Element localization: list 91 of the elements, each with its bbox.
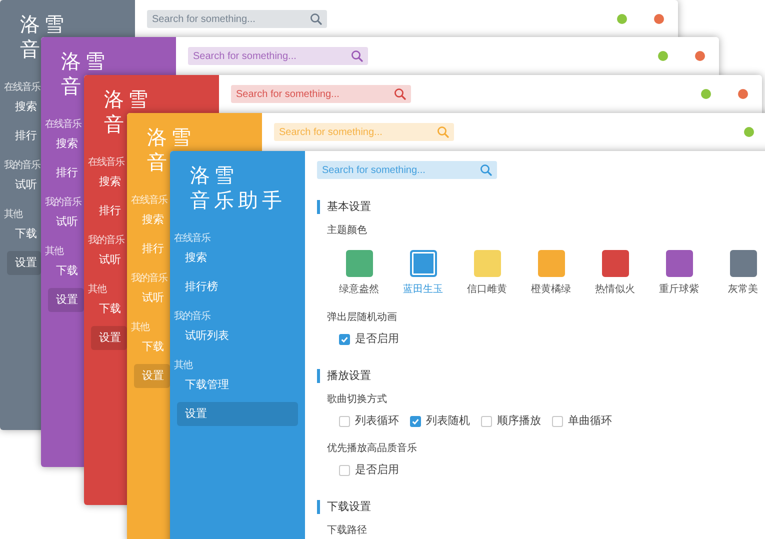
checkbox[interactable] bbox=[410, 416, 421, 426]
nav-item[interactable]: 排行榜 bbox=[177, 275, 298, 299]
nav-section-label: 其他 bbox=[3, 208, 22, 220]
section-title: 播放设置 bbox=[327, 368, 371, 384]
color-swatch[interactable] bbox=[346, 250, 372, 277]
checkbox-label: 是否启用 bbox=[355, 332, 399, 347]
nav-section-label: 在线音乐 bbox=[130, 194, 167, 206]
nav-item[interactable]: 设置 bbox=[134, 364, 170, 388]
nav-item[interactable]: 搜索 bbox=[91, 170, 127, 194]
nav-item[interactable]: 试听 bbox=[48, 210, 84, 234]
window-control-dot[interactable] bbox=[738, 89, 748, 99]
nav-item[interactable]: 搜索 bbox=[48, 132, 84, 156]
section-title: 基本设置 bbox=[327, 200, 371, 215]
swatch-label: 信口雌黄 bbox=[467, 282, 507, 297]
checkbox[interactable] bbox=[339, 464, 350, 476]
nav-item[interactable]: 下载 bbox=[91, 297, 127, 321]
logo-text: 洛雪 bbox=[104, 88, 152, 112]
nav-item[interactable]: 设置 bbox=[91, 326, 127, 350]
nav-section-label: 其他 bbox=[44, 246, 63, 256]
nav-section-label: 其他 bbox=[130, 322, 149, 332]
nav-section-label: 在线音乐 bbox=[3, 82, 40, 92]
setting-label: 主题颜色 bbox=[327, 224, 368, 238]
nav-item[interactable]: 下载 bbox=[48, 259, 84, 283]
logo-text: 洛雪 bbox=[61, 50, 109, 74]
logo-text: 音 bbox=[20, 38, 41, 62]
search-icon[interactable] bbox=[394, 88, 406, 100]
checkbox-label: 单曲循环 bbox=[568, 414, 612, 429]
window-control-dot[interactable] bbox=[701, 89, 711, 99]
swatch-label: 蓝田生玉 bbox=[403, 282, 443, 297]
checkbox[interactable] bbox=[339, 334, 350, 344]
logo-text: 音 bbox=[147, 150, 170, 176]
window-control-dot[interactable] bbox=[654, 14, 664, 24]
logo-text: 洛雪 bbox=[147, 126, 195, 150]
checkbox[interactable] bbox=[339, 416, 350, 426]
window-control-dot[interactable] bbox=[744, 127, 754, 137]
search-icon[interactable] bbox=[437, 126, 449, 138]
nav-item[interactable]: 试听 bbox=[7, 173, 41, 197]
window-control-dot[interactable] bbox=[658, 51, 668, 61]
color-swatch[interactable] bbox=[730, 250, 756, 277]
section-title: 下载设置 bbox=[327, 500, 371, 515]
nav-section-label: 我的音乐 bbox=[44, 196, 81, 208]
nav-section-label: 在线音乐 bbox=[87, 156, 124, 168]
swatch-label: 重斤球紫 bbox=[659, 282, 699, 297]
checkbox[interactable] bbox=[481, 416, 492, 426]
search-icon[interactable] bbox=[310, 13, 322, 25]
logo-text: 洛雪 bbox=[190, 164, 238, 188]
checkbox-label: 列表循环 bbox=[355, 414, 399, 429]
swatch-label: 灰常美 bbox=[728, 282, 758, 297]
nav-item[interactable]: 排行 bbox=[91, 199, 127, 223]
nav-item[interactable]: 下载 bbox=[7, 222, 41, 246]
checkbox-label: 顺序播放 bbox=[497, 414, 541, 429]
color-swatch[interactable] bbox=[410, 250, 436, 277]
search-icon[interactable] bbox=[351, 50, 363, 62]
logo-text: 音乐助手 bbox=[190, 188, 286, 214]
nav-section-label: 在线音乐 bbox=[44, 118, 81, 130]
nav-item[interactable]: 设置 bbox=[7, 251, 41, 275]
setting-label: 歌曲切换方式 bbox=[327, 392, 388, 407]
color-swatch[interactable] bbox=[666, 250, 692, 277]
window-control-dot[interactable] bbox=[695, 51, 705, 61]
search-icon[interactable] bbox=[480, 164, 492, 176]
window-control-dot[interactable] bbox=[617, 14, 627, 24]
logo-text: 洛雪 bbox=[20, 12, 68, 38]
nav-item[interactable]: 搜索 bbox=[7, 95, 41, 119]
nav-item[interactable]: 设置 bbox=[48, 288, 84, 312]
nav-section-label: 我的音乐 bbox=[87, 234, 124, 246]
checkbox-label: 列表随机 bbox=[426, 414, 470, 429]
color-swatch[interactable] bbox=[602, 250, 628, 277]
logo-text: 音 bbox=[104, 112, 127, 138]
nav-item[interactable]: 排行 bbox=[48, 161, 84, 185]
checkbox-label: 是否启用 bbox=[355, 462, 399, 478]
nav-section-label: 其他 bbox=[87, 284, 106, 294]
checkbox[interactable] bbox=[552, 416, 563, 426]
setting-label: 下载路径 bbox=[327, 524, 368, 538]
nav-section-label: 我的音乐 bbox=[3, 160, 40, 170]
color-swatch[interactable] bbox=[538, 250, 564, 277]
nav-section-label: 其他 bbox=[173, 360, 192, 370]
nav-item[interactable]: 试听 bbox=[91, 248, 127, 272]
setting-label: 弹出层随机动画 bbox=[327, 310, 398, 325]
nav-item[interactable]: 设置 bbox=[177, 402, 298, 426]
swatch-label: 绿意盎然 bbox=[339, 282, 379, 297]
nav-section-label: 我的音乐 bbox=[130, 272, 167, 284]
nav-item[interactable]: 下载管理 bbox=[177, 373, 298, 397]
nav-section-label: 在线音乐 bbox=[173, 232, 210, 244]
setting-label: 优先播放高品质音乐 bbox=[327, 442, 418, 456]
swatch-label: 橙黄橘绿 bbox=[531, 282, 571, 297]
nav-item[interactable]: 排行 bbox=[7, 124, 41, 148]
swatch-label: 热情似火 bbox=[595, 282, 635, 297]
logo-text: 音 bbox=[61, 74, 84, 100]
nav-item[interactable]: 试听列表 bbox=[177, 324, 298, 348]
nav-item[interactable]: 搜索 bbox=[177, 246, 298, 270]
nav-section-label: 我的音乐 bbox=[173, 310, 210, 322]
